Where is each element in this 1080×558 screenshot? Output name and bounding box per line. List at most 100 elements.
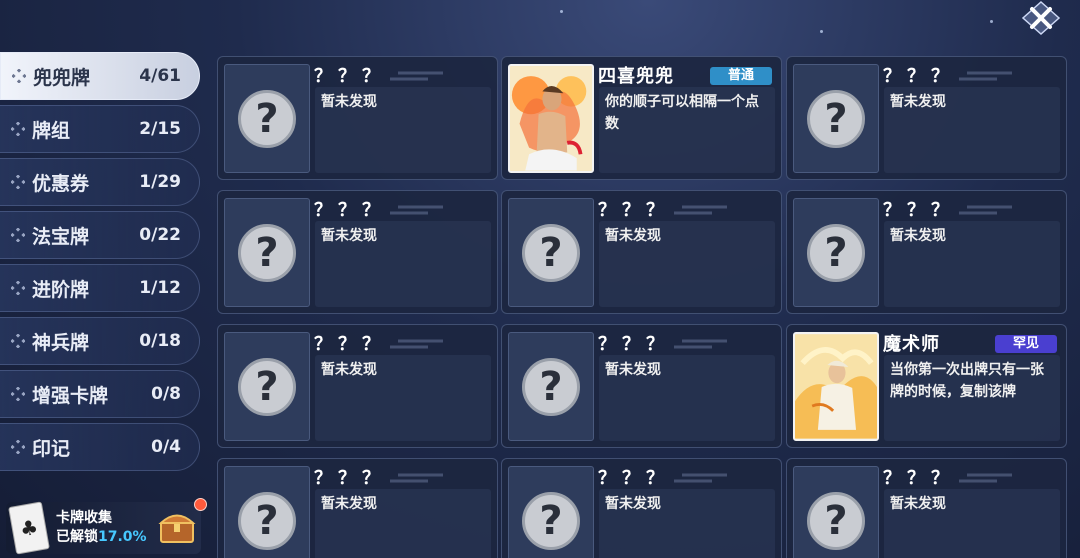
swirl-decoration — [959, 473, 1012, 483]
card-title: 四喜兜兜 — [598, 66, 674, 87]
sidebar-item-count: 0/4 — [151, 437, 181, 457]
card-title: ？？？ — [883, 66, 955, 87]
sidebar-item-count: 0/18 — [139, 331, 181, 351]
sidebar-item-deck[interactable]: 牌组 2/15 — [0, 105, 200, 153]
card-description: 你的顺子可以相隔一个点数 — [599, 87, 775, 173]
collection-title: 卡牌收集 — [56, 510, 112, 526]
sidebar-item-label: 印记 — [32, 437, 71, 460]
sidebar-item-label: 优惠券 — [32, 172, 90, 195]
sidebar-item-count: 1/29 — [139, 172, 181, 192]
sidebar-item-mark[interactable]: 印记 0/4 — [0, 423, 200, 471]
card-thumbnail: ? — [224, 466, 310, 558]
card-description: 暂未发现 — [599, 355, 775, 441]
swirl-decoration — [390, 339, 443, 349]
sidebar-item-enhance[interactable]: 增强卡牌 0/8 — [0, 370, 200, 418]
card-item[interactable]: 四喜兜兜 普通 你的顺子可以相隔一个点数 — [501, 56, 782, 180]
card-description: 暂未发现 — [315, 221, 491, 307]
card-title: ？？？ — [598, 200, 670, 221]
card-description: 暂未发现 — [884, 221, 1060, 307]
rarity-badge: 罕见 — [995, 335, 1057, 353]
question-icon: ? — [807, 89, 865, 148]
swirl-decoration — [959, 205, 1012, 215]
card-item[interactable]: ? ？？？ 暂未发现 — [217, 324, 498, 448]
sidebar-item-doudou[interactable]: 兜兜牌 4/61 — [0, 52, 200, 100]
question-icon: ? — [238, 89, 296, 148]
playing-card-icon: ♣ — [8, 501, 50, 555]
diamond-icon — [10, 174, 26, 190]
sidebar-item-coupon[interactable]: 优惠券 1/29 — [0, 158, 200, 206]
star-decoration — [990, 20, 993, 23]
sidebar-item-count: 0/8 — [151, 384, 181, 404]
card-item[interactable]: ? ？？？ 暂未发现 — [501, 324, 782, 448]
fire-warrior-art — [510, 66, 592, 171]
diamond-icon — [10, 439, 26, 455]
question-icon: ? — [238, 357, 296, 416]
card-thumbnail: ? — [793, 64, 879, 173]
sidebar-item-treasure[interactable]: 法宝牌 0/22 — [0, 211, 200, 259]
card-item[interactable]: ? ？？？ 暂未发现 — [501, 190, 782, 314]
sidebar-item-count: 4/61 — [139, 66, 181, 86]
magician-art — [795, 334, 877, 439]
card-thumbnail: ? — [508, 332, 594, 441]
category-sidebar: 兜兜牌 4/61 牌组 2/15 优惠券 1/29 法宝牌 0/22 进阶牌 1… — [0, 52, 210, 476]
sidebar-item-count: 1/12 — [139, 278, 181, 298]
sidebar-item-count: 2/15 — [139, 119, 181, 139]
question-icon: ? — [522, 491, 580, 550]
star-decoration — [560, 10, 563, 13]
card-item[interactable]: ? ？？？ 暂未发现 — [786, 190, 1067, 314]
swirl-decoration — [390, 205, 443, 215]
card-title: 魔术师 — [883, 334, 940, 355]
close-icon — [1021, 0, 1061, 36]
diamond-icon — [10, 386, 26, 402]
card-title: ？？？ — [314, 200, 386, 221]
swirl-decoration — [674, 339, 727, 349]
card-item[interactable]: ? ？？？ 暂未发现 — [786, 56, 1067, 180]
card-title: ？？？ — [314, 66, 386, 87]
card-title: ？？？ — [314, 334, 386, 355]
card-description: 暂未发现 — [599, 489, 775, 558]
card-art — [508, 64, 594, 173]
collection-text: 卡牌收集 已解锁17.0% — [56, 509, 147, 547]
sidebar-item-weapon[interactable]: 神兵牌 0/18 — [0, 317, 200, 365]
sidebar-item-label: 兜兜牌 — [33, 66, 91, 89]
card-art — [793, 332, 879, 441]
card-description: 暂未发现 — [884, 489, 1060, 558]
diamond-icon — [11, 68, 27, 84]
sidebar-item-advanced[interactable]: 进阶牌 1/12 — [0, 264, 200, 312]
card-title: ？？？ — [598, 468, 670, 489]
card-description: 暂未发现 — [315, 355, 491, 441]
card-item[interactable]: ? ？？？ 暂未发现 — [217, 190, 498, 314]
card-item[interactable]: ? ？？？ 暂未发现 — [501, 458, 782, 558]
card-thumbnail: ? — [793, 198, 879, 307]
card-item[interactable]: ? ？？？ 暂未发现 — [217, 56, 498, 180]
sidebar-item-label: 进阶牌 — [32, 278, 90, 301]
unlocked-label: 已解锁 — [56, 529, 98, 545]
close-button[interactable] — [1020, 0, 1062, 36]
card-description: 当你第一次出牌只有一张牌的时候，复制该牌 — [884, 355, 1060, 441]
notification-dot — [194, 498, 207, 511]
card-item[interactable]: ? ？？？ 暂未发现 — [786, 458, 1067, 558]
star-decoration — [820, 30, 823, 33]
diamond-icon — [10, 333, 26, 349]
diamond-icon — [10, 280, 26, 296]
card-thumbnail: ? — [224, 198, 310, 307]
card-title: ？？？ — [883, 200, 955, 221]
sidebar-item-label: 牌组 — [32, 119, 71, 142]
question-icon: ? — [807, 223, 865, 282]
card-item[interactable]: 魔术师 罕见 当你第一次出牌只有一张牌的时候，复制该牌 — [786, 324, 1067, 448]
swirl-decoration — [959, 71, 1012, 81]
card-description: 暂未发现 — [315, 87, 491, 173]
unlocked-percent: 17.0% — [98, 529, 147, 545]
card-title: ？？？ — [314, 468, 386, 489]
card-title: ？？？ — [598, 334, 670, 355]
card-collection-button[interactable]: ♣ 卡牌收集 已解锁17.0% — [6, 498, 207, 555]
question-icon: ? — [522, 357, 580, 416]
swirl-decoration — [390, 71, 443, 81]
card-item[interactable]: ? ？？？ 暂未发现 — [217, 458, 498, 558]
swirl-decoration — [390, 473, 443, 483]
rarity-badge: 普通 — [710, 67, 772, 85]
card-thumbnail: ? — [793, 466, 879, 558]
sidebar-item-label: 增强卡牌 — [32, 384, 109, 407]
diamond-icon — [10, 227, 26, 243]
swirl-decoration — [674, 205, 727, 215]
